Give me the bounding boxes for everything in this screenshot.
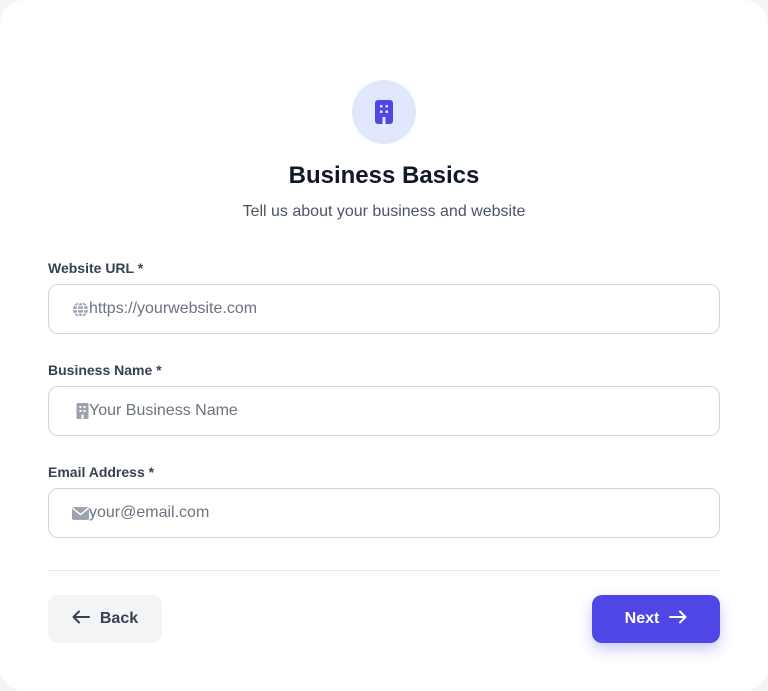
website-url-field[interactable]: [48, 284, 720, 334]
back-button-label: Back: [99, 610, 139, 627]
arrow-left-icon: [72, 610, 90, 629]
business-name-field[interactable]: [48, 386, 720, 436]
next-button[interactable]: Next: [592, 595, 720, 643]
globe-icon: [49, 285, 89, 333]
footer-divider: [48, 570, 720, 571]
email-address-label: Email Address *: [48, 464, 155, 480]
onboarding-card: Business Basics Tell us about your busin…: [0, 0, 768, 691]
back-button[interactable]: Back: [48, 595, 162, 643]
building-icon: [49, 387, 89, 435]
business-name-label: Business Name *: [48, 362, 162, 378]
email-address-input[interactable]: [89, 490, 719, 536]
next-button-label: Next: [624, 610, 660, 627]
email-address-field[interactable]: [48, 488, 720, 538]
business-name-input[interactable]: [89, 388, 719, 434]
page-subtitle: Tell us about your business and website: [242, 203, 526, 220]
envelope-icon: [49, 489, 89, 537]
page-title: Business Basics: [288, 162, 480, 189]
arrow-right-icon: [669, 610, 687, 629]
website-url-label: Website URL *: [48, 260, 144, 276]
building-icon: [352, 80, 416, 144]
website-url-input[interactable]: [89, 286, 719, 332]
